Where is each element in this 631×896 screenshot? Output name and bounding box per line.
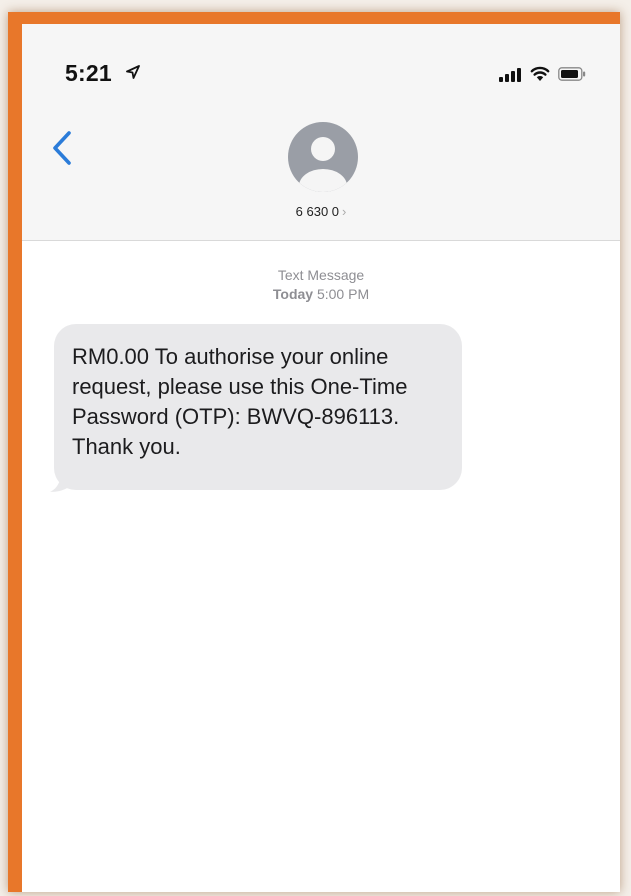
signal-bars-icon (499, 68, 521, 82)
person-avatar-icon[interactable] (288, 122, 358, 192)
conversation-header: 5:21 6 630 0 › (22, 24, 620, 241)
location-arrow-icon (126, 65, 140, 79)
status-time: 5:21 (65, 60, 112, 86)
time-label: 5:00 PM (316, 286, 370, 302)
message-timestamp: Text Message Today 5:00 PM (22, 266, 620, 304)
contact-name: 6 630 0 (295, 204, 340, 219)
service-label: Text Message (277, 267, 365, 283)
chevron-right-icon: › (342, 204, 347, 219)
wifi-icon (530, 66, 550, 81)
phone-screen: 5:21 6 630 0 › Text Message Today 5:00 P… (22, 24, 620, 892)
screenshot-frame: 5:21 6 630 0 › Text Message Today 5:00 P… (8, 12, 620, 892)
battery-icon (558, 67, 586, 81)
message-text: RM0.00 To authorise your online request,… (72, 344, 408, 459)
contact-name-button[interactable]: 6 630 0 › (22, 204, 620, 219)
date-label: Today (272, 286, 314, 302)
back-button[interactable] (50, 130, 74, 166)
